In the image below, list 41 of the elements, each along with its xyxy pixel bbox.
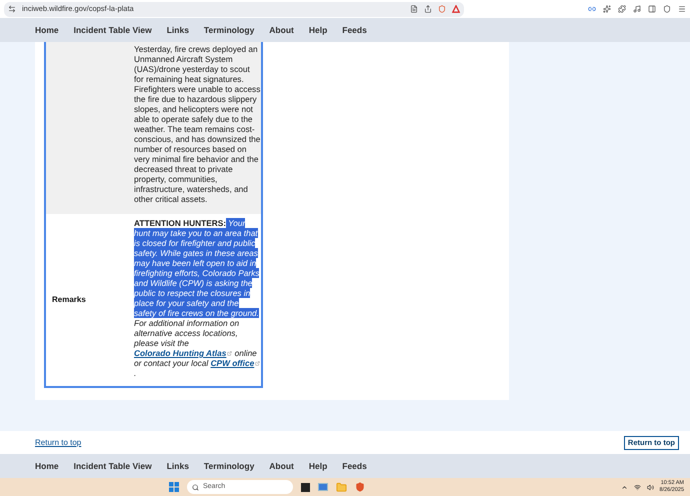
link-icon[interactable]: [588, 5, 596, 13]
nav-link[interactable]: Feeds: [342, 24, 367, 36]
volume-icon[interactable]: [646, 484, 654, 490]
text-link[interactable]: Colorado Hunting Atlas: [134, 348, 232, 358]
sparkle-icon[interactable]: [603, 5, 611, 13]
nav-link[interactable]: Home: [35, 460, 59, 472]
nav-link[interactable]: Home: [35, 24, 59, 36]
remarks-text: ATTENTION HUNTERS: Your hunt may take you to an area that is closed for firefighter and public safety. While gates in these areas may have been left open to aid in firefighting efforts, Colorado Parks and Wildlife (CPW) is asking the public to respect the closures in place for your safety and the safety of fire crews on the ground. For additional information on alternative access locations, please visit the Colorado Hunting Atlas online or contact your local CPW office .: [134, 218, 261, 378]
menu-icon[interactable]: [678, 5, 686, 13]
nav-link[interactable]: About: [269, 460, 294, 472]
nav-link[interactable]: About: [269, 24, 294, 36]
task-view-icon[interactable]: [301, 482, 310, 492]
nav-link[interactable]: Terminology: [204, 24, 254, 36]
music-icon[interactable]: [633, 5, 641, 13]
site-settings-icon[interactable]: [8, 5, 16, 13]
nav-link[interactable]: Feeds: [342, 460, 367, 472]
nav-link[interactable]: Links: [166, 24, 189, 36]
search-icon: [192, 484, 199, 490]
row-text: Yesterday, fire crews deployed an Unmanned Aircraft System (UAS)/drone yesterday to scout for remaining heat signatures. Firefighters were unable to access the fire due to hazardous slippery slopes, and helicopters were not able to operate safely due to the weather. The team remains cost-conscious, and has downsized the number of resources based on very minimal fire behavior and the decreased threat to private property, communities, infrastructure, watersheds, and other critical assets.: [134, 44, 261, 204]
triangle-icon[interactable]: [452, 5, 460, 13]
shield-icon[interactable]: [438, 5, 446, 13]
sidebar-icon[interactable]: [648, 5, 656, 13]
wifi-icon[interactable]: [634, 484, 641, 490]
external-link-icon: [227, 350, 232, 356]
browser-app-icon[interactable]: [355, 482, 365, 492]
nav-link[interactable]: Incident Table View: [74, 24, 152, 36]
nav-link[interactable]: Help: [308, 460, 328, 472]
return-to-top-link[interactable]: Return to top: [35, 436, 82, 448]
tray-expand-icon[interactable]: [620, 484, 628, 490]
text-link[interactable]: CPW office: [210, 358, 260, 368]
nav-link[interactable]: Incident Table View: [74, 460, 152, 472]
windows-icon[interactable]: [169, 482, 179, 492]
extensions-icon[interactable]: [618, 5, 626, 13]
nav-link[interactable]: Help: [308, 24, 328, 36]
nav-link[interactable]: Links: [166, 460, 189, 472]
external-link-icon: [255, 360, 260, 366]
shield-icon[interactable]: [663, 5, 671, 13]
reader-icon[interactable]: [410, 5, 418, 13]
row-label: Remarks: [52, 294, 86, 306]
nav-link[interactable]: Terminology: [204, 460, 254, 472]
share-icon[interactable]: [424, 5, 432, 13]
